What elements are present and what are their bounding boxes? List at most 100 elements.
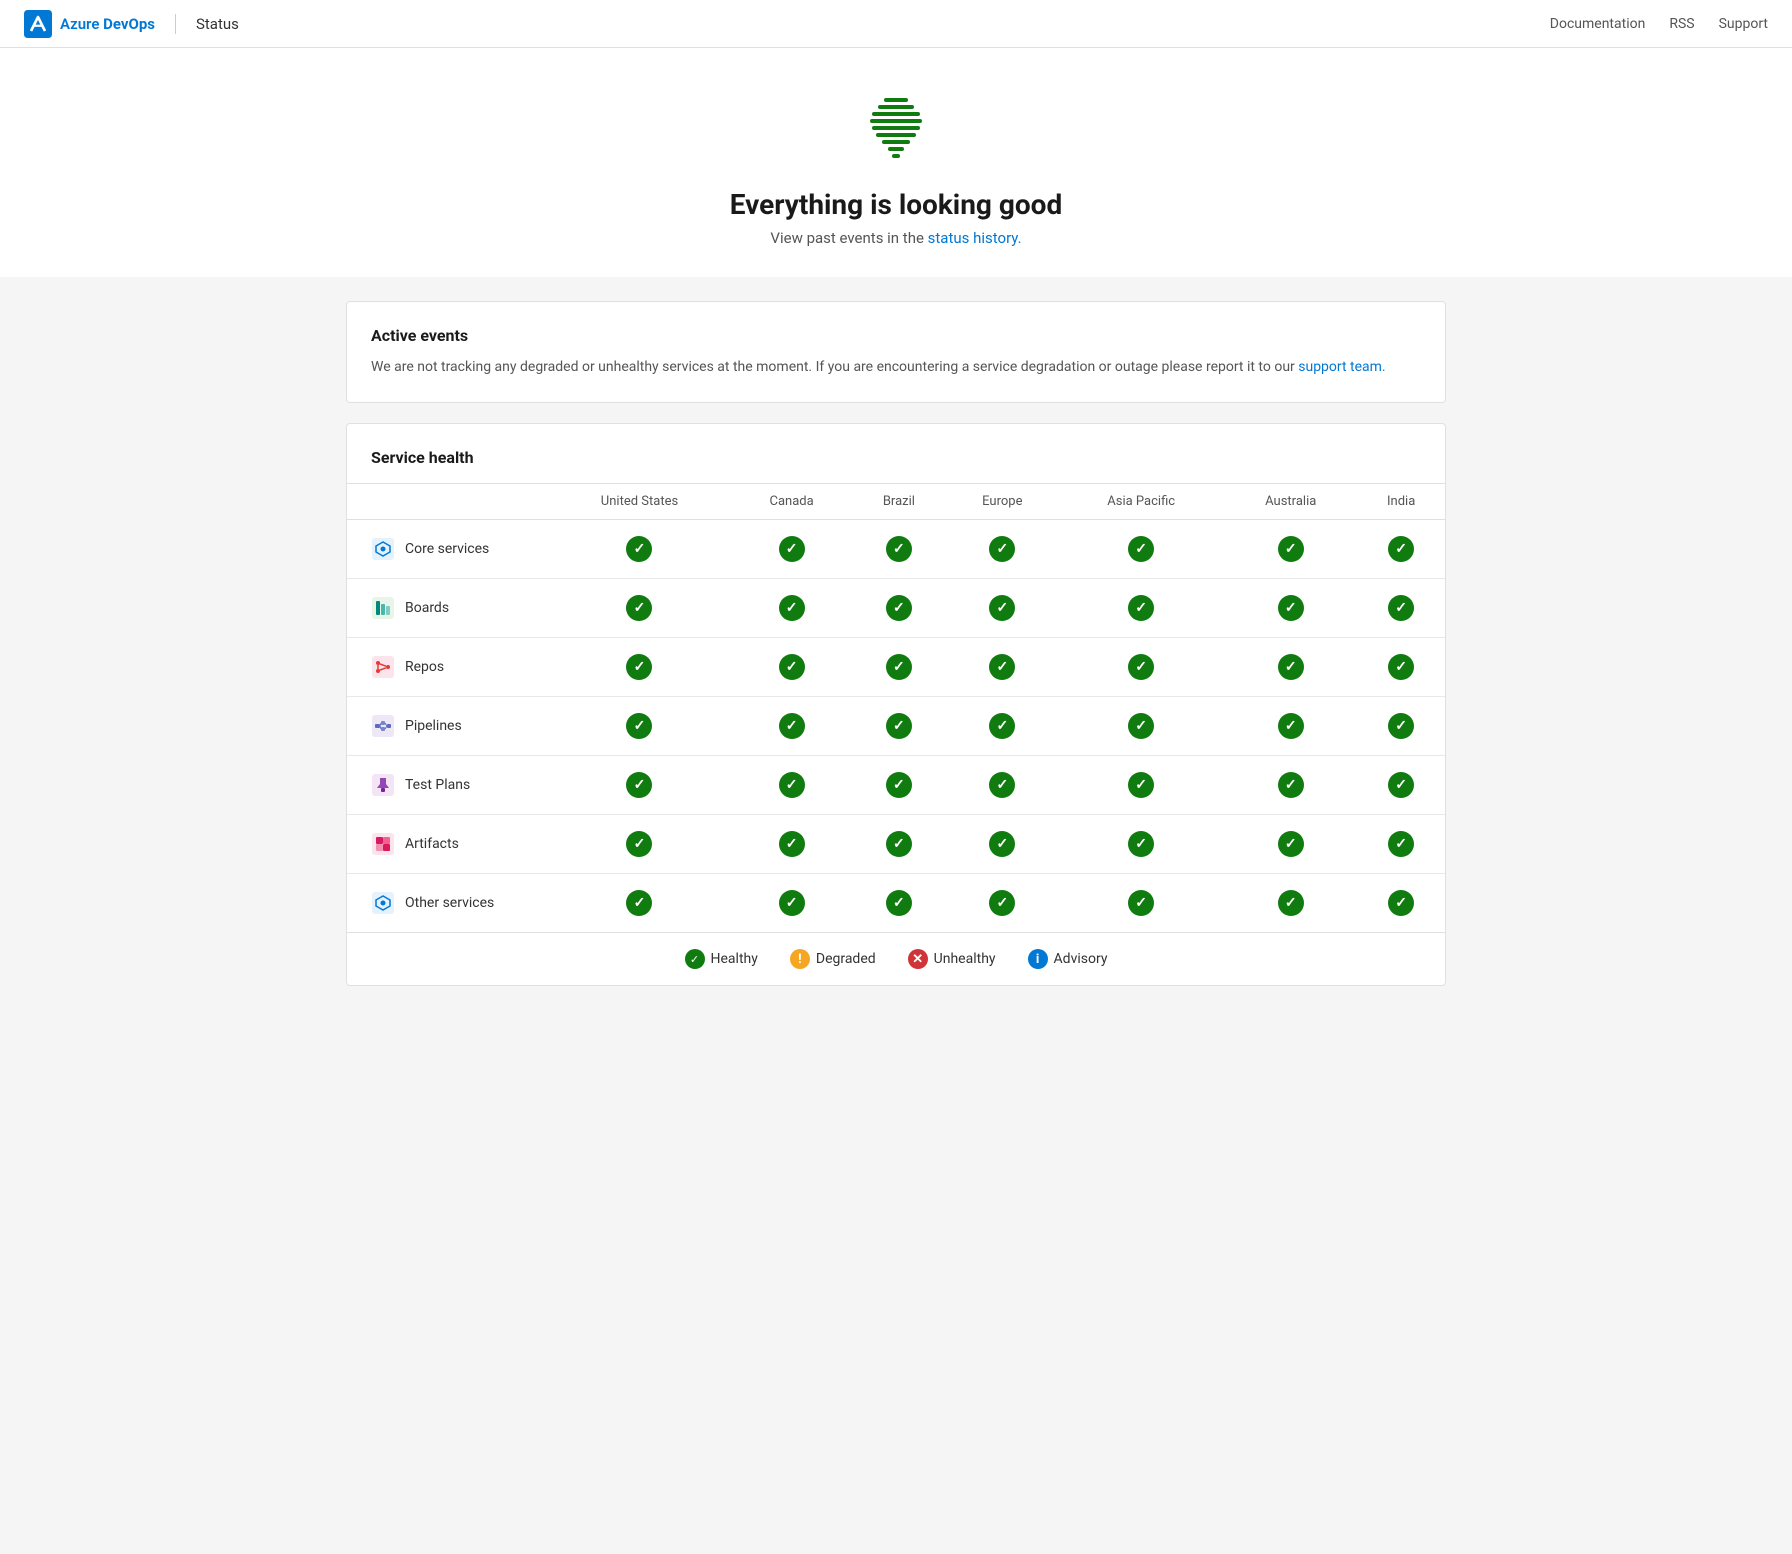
status-cell: ✓ bbox=[851, 579, 946, 638]
service-icon-pipelines bbox=[371, 714, 395, 738]
header-section-label: Status bbox=[196, 15, 239, 33]
healthy-check-icon: ✓ bbox=[1278, 713, 1304, 739]
healthy-check-icon: ✓ bbox=[1128, 831, 1154, 857]
healthy-check-icon: ✓ bbox=[626, 654, 652, 680]
service-label: Boards bbox=[371, 596, 539, 620]
status-cell: ✓ bbox=[1357, 520, 1445, 579]
status-cell: ✓ bbox=[547, 874, 732, 933]
service-name-text: Other services bbox=[405, 895, 494, 911]
legend-healthy: ✓ Healthy bbox=[685, 949, 758, 969]
status-cell: ✓ bbox=[1224, 756, 1357, 815]
status-cell: ✓ bbox=[1224, 697, 1357, 756]
hero-title: Everything is looking good bbox=[20, 188, 1772, 221]
healthy-check-icon: ✓ bbox=[1128, 536, 1154, 562]
unhealthy-icon: ✕ bbox=[908, 949, 928, 969]
status-cell: ✓ bbox=[947, 697, 1059, 756]
status-cell: ✓ bbox=[1357, 579, 1445, 638]
healthy-check-icon: ✓ bbox=[779, 595, 805, 621]
legend-degraded: ! Degraded bbox=[790, 949, 876, 969]
healthy-check-icon: ✓ bbox=[989, 772, 1015, 798]
service-name-text: Repos bbox=[405, 659, 444, 675]
status-cell: ✓ bbox=[547, 520, 732, 579]
healthy-check-icon: ✓ bbox=[779, 536, 805, 562]
healthy-check-icon: ✓ bbox=[779, 831, 805, 857]
status-cell: ✓ bbox=[947, 756, 1059, 815]
healthy-check-icon: ✓ bbox=[1278, 536, 1304, 562]
support-link[interactable]: Support bbox=[1719, 16, 1768, 32]
support-team-link[interactable]: support team. bbox=[1298, 359, 1385, 375]
service-name-artifacts: Artifacts bbox=[347, 815, 547, 874]
service-icon-artifacts bbox=[371, 832, 395, 856]
main-content: Active events We are not tracking any de… bbox=[326, 301, 1466, 986]
table-row: Other services ✓✓✓✓✓✓✓ bbox=[347, 874, 1445, 933]
status-cell: ✓ bbox=[732, 874, 851, 933]
status-cell: ✓ bbox=[732, 815, 851, 874]
healthy-check-icon: ✓ bbox=[886, 654, 912, 680]
legend-advisory-label: Advisory bbox=[1054, 951, 1108, 967]
status-cell: ✓ bbox=[851, 756, 946, 815]
status-cell: ✓ bbox=[547, 815, 732, 874]
header-divider bbox=[175, 14, 176, 34]
status-cell: ✓ bbox=[1224, 874, 1357, 933]
active-events-title: Active events bbox=[371, 326, 1421, 345]
healthy-check-icon: ✓ bbox=[779, 772, 805, 798]
healthy-check-icon: ✓ bbox=[989, 713, 1015, 739]
col-brazil: Brazil bbox=[851, 484, 946, 520]
healthy-check-icon: ✓ bbox=[1278, 772, 1304, 798]
service-label: Artifacts bbox=[371, 832, 539, 856]
service-icon-repos bbox=[371, 655, 395, 679]
degraded-icon: ! bbox=[790, 949, 810, 969]
service-label: Core services bbox=[371, 537, 539, 561]
rss-link[interactable]: RSS bbox=[1669, 16, 1694, 32]
healthy-check-icon: ✓ bbox=[989, 890, 1015, 916]
active-events-text: We are not tracking any degraded or unhe… bbox=[371, 357, 1421, 378]
healthy-check-icon: ✓ bbox=[626, 713, 652, 739]
status-cell: ✓ bbox=[1058, 579, 1224, 638]
status-cell: ✓ bbox=[732, 697, 851, 756]
header-left: Azure DevOps Status bbox=[24, 10, 239, 38]
service-label: Test Plans bbox=[371, 773, 539, 797]
status-cell: ✓ bbox=[947, 520, 1059, 579]
status-history-link[interactable]: status history. bbox=[928, 229, 1022, 247]
healthy-check-icon: ✓ bbox=[1128, 654, 1154, 680]
col-us: United States bbox=[547, 484, 732, 520]
status-cell: ✓ bbox=[1357, 638, 1445, 697]
service-name-boards: Boards bbox=[347, 579, 547, 638]
brand-devops: DevOps bbox=[103, 15, 155, 33]
legend-advisory: i Advisory bbox=[1028, 949, 1108, 969]
status-cell: ✓ bbox=[1357, 756, 1445, 815]
healthy-check-icon: ✓ bbox=[886, 536, 912, 562]
healthy-check-icon: ✓ bbox=[1278, 654, 1304, 680]
legend-unhealthy: ✕ Unhealthy bbox=[908, 949, 996, 969]
status-cell: ✓ bbox=[732, 520, 851, 579]
healthy-check-icon: ✓ bbox=[1128, 713, 1154, 739]
healthy-check-icon: ✓ bbox=[779, 713, 805, 739]
healthy-check-icon: ✓ bbox=[989, 654, 1015, 680]
healthy-check-icon: ✓ bbox=[886, 890, 912, 916]
service-label: Other services bbox=[371, 891, 539, 915]
healthy-check-icon: ✓ bbox=[1128, 772, 1154, 798]
status-cell: ✓ bbox=[1224, 579, 1357, 638]
status-cell: ✓ bbox=[1058, 815, 1224, 874]
service-name-test-plans: Test Plans bbox=[347, 756, 547, 815]
healthy-icon: ✓ bbox=[685, 949, 705, 969]
healthy-check-icon: ✓ bbox=[1388, 536, 1414, 562]
devops-heart-icon bbox=[856, 88, 936, 168]
service-name-core-services: Core services bbox=[347, 520, 547, 579]
header-nav: Documentation RSS Support bbox=[1550, 16, 1768, 32]
healthy-check-icon: ✓ bbox=[886, 772, 912, 798]
col-europe: Europe bbox=[947, 484, 1059, 520]
status-cell: ✓ bbox=[851, 815, 946, 874]
status-cell: ✓ bbox=[732, 579, 851, 638]
healthy-check-icon: ✓ bbox=[779, 890, 805, 916]
service-health-card: Service health United States Canada Braz… bbox=[346, 423, 1446, 986]
documentation-link[interactable]: Documentation bbox=[1550, 16, 1646, 32]
status-cell: ✓ bbox=[947, 874, 1059, 933]
table-row: Core services ✓ ✓ ✓ ✓ ✓ ✓ ✓ bbox=[347, 520, 1445, 579]
service-label: Pipelines bbox=[371, 714, 539, 738]
col-service bbox=[347, 484, 547, 520]
healthy-check-icon: ✓ bbox=[1388, 654, 1414, 680]
azure-logo-icon bbox=[24, 10, 52, 38]
service-icon-test-plans bbox=[371, 773, 395, 797]
status-cell: ✓ bbox=[851, 874, 946, 933]
